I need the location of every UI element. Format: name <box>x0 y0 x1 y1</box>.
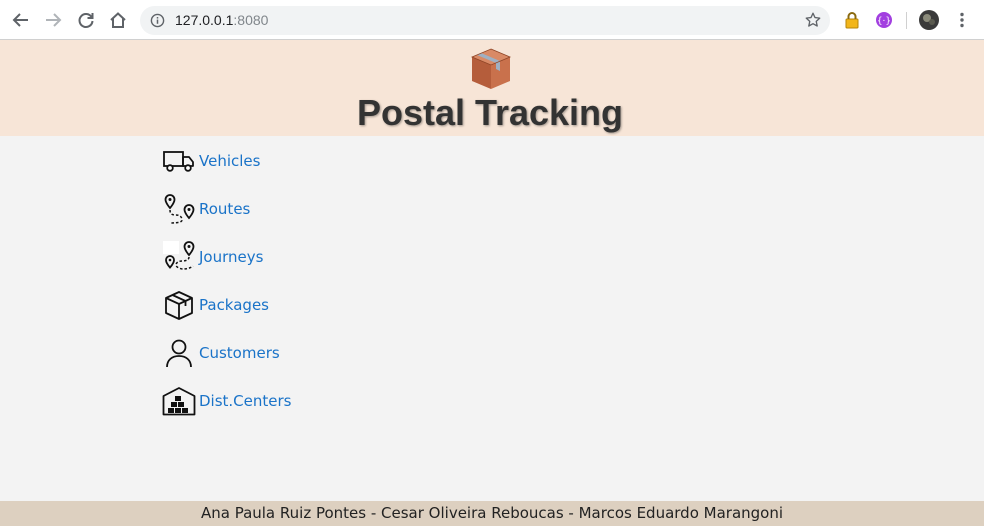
nav-label-journeys: Journeys <box>199 248 264 266</box>
package-box-icon <box>470 45 512 93</box>
extension-icon[interactable]: {·} <box>874 10 894 30</box>
lock-extension-icon[interactable] <box>842 10 862 30</box>
package-icon <box>162 288 196 322</box>
profile-avatar[interactable] <box>919 10 939 30</box>
nav-item-dist-centers[interactable]: Dist.Centers <box>162 384 362 418</box>
page-header: Postal Tracking <box>0 40 984 136</box>
nav-item-customers[interactable]: Customers <box>162 336 362 370</box>
url-port: :8080 <box>233 12 269 28</box>
warehouse-icon <box>162 384 196 418</box>
nav-item-journeys[interactable]: Journeys <box>162 240 362 274</box>
page-footer: Ana Paula Ruiz Pontes - Cesar Oliveira R… <box>0 501 984 526</box>
url-host: 127.0.0.1 <box>175 12 234 28</box>
nav-item-packages[interactable]: Packages <box>162 288 362 322</box>
nav-item-vehicles[interactable]: Vehicles <box>162 144 362 178</box>
menu-icon[interactable] <box>952 10 972 30</box>
reload-icon[interactable] <box>74 8 98 32</box>
info-icon[interactable] <box>150 13 165 32</box>
bookmark-star-icon[interactable] <box>804 11 822 33</box>
truck-icon <box>162 144 196 178</box>
back-icon[interactable] <box>9 8 33 32</box>
browser-toolbar: 127.0.0.1:8080 {·} <box>0 0 984 40</box>
nav-label-customers: Customers <box>199 344 280 362</box>
forward-icon[interactable] <box>41 8 65 32</box>
nav-label-vehicles: Vehicles <box>199 152 261 170</box>
url-text[interactable]: 127.0.0.1:8080 <box>175 12 268 28</box>
route-pins-icon <box>162 192 196 226</box>
user-icon <box>162 336 196 370</box>
journey-pins-icon <box>162 240 196 274</box>
address-bar[interactable]: 127.0.0.1:8080 <box>140 6 830 35</box>
home-icon[interactable] <box>106 8 130 32</box>
nav-item-routes[interactable]: Routes <box>162 192 362 226</box>
toolbar-separator <box>906 12 907 29</box>
nav-label-dist-centers: Dist.Centers <box>199 392 292 410</box>
nav-label-routes: Routes <box>199 200 251 218</box>
nav-label-packages: Packages <box>199 296 269 314</box>
page-title: Postal Tracking <box>356 92 624 133</box>
svg-text:{·}: {·} <box>877 17 891 27</box>
